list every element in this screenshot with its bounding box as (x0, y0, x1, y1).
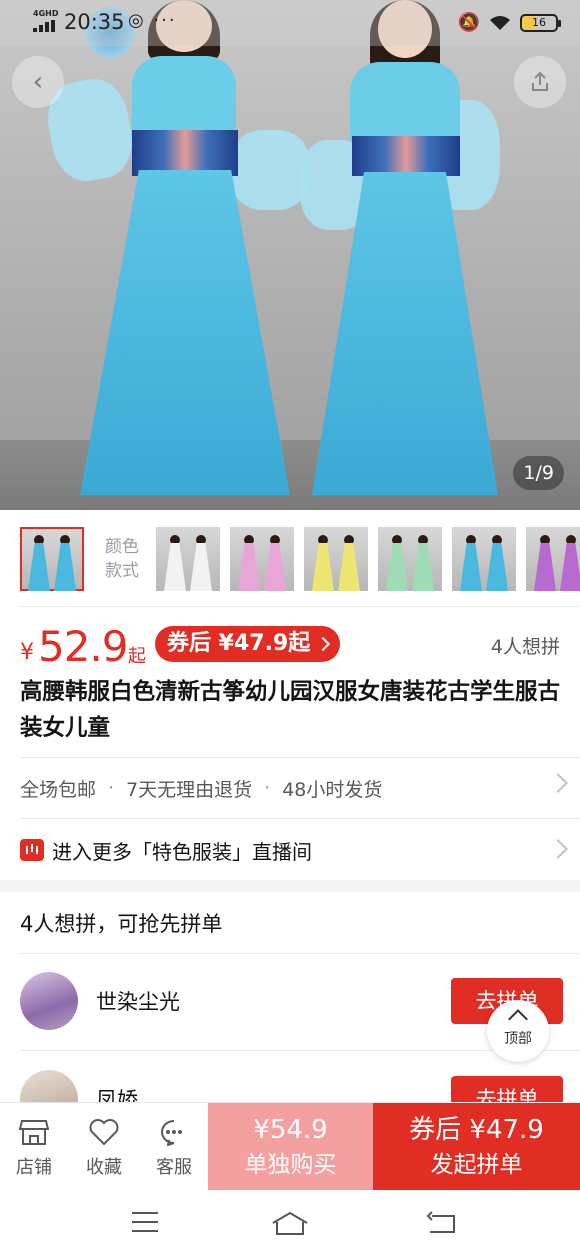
product-image[interactable]: 4GHD 20:35 ◎ ··· 🔕 16 ‹ 1/9 (0, 0, 580, 510)
favorite-tab[interactable]: 收藏 (70, 1103, 138, 1191)
start-group-button[interactable]: 券后 ¥47.9 发起拼单 (373, 1103, 580, 1191)
home-icon[interactable] (270, 1210, 310, 1236)
coupon-badge[interactable]: 券后 ¥47.9起 (155, 626, 341, 662)
back-icon[interactable] (426, 1210, 458, 1236)
store-tab[interactable]: 店铺 (0, 1103, 68, 1191)
wifi-icon (490, 15, 510, 30)
back-button[interactable]: ‹ (12, 56, 64, 108)
coupon-label: 券后 ¥47.9起 (167, 631, 311, 656)
thumb-4[interactable] (378, 527, 442, 591)
group-item: 世染尘光 去拼单 (20, 972, 565, 1032)
free-shipping: 全场包邮 (20, 778, 97, 801)
status-bar: 4GHD 20:35 ◎ ··· 🔕 16 (0, 0, 580, 46)
menu-icon[interactable] (130, 1210, 160, 1234)
heart-icon (89, 1119, 119, 1146)
live-text: 进入更多「特色服装」直播间 (52, 839, 312, 864)
clock: 20:35 (64, 10, 125, 34)
image-counter: 1/9 (513, 456, 564, 490)
want-count: 4人想拼 (490, 636, 560, 658)
group-user-name: 世染尘光 (96, 990, 180, 1014)
free-return: 7天无理由退货 (126, 778, 253, 801)
group-price: 券后 ¥47.9 (409, 1115, 544, 1145)
solo-price: ¥54.9 (253, 1115, 328, 1145)
share-icon (532, 71, 548, 91)
chevron-left-icon: ‹ (32, 67, 44, 97)
section-gap (0, 880, 580, 892)
chevron-right-icon (316, 636, 331, 652)
chevron-right-icon (548, 773, 568, 793)
separator: · (108, 777, 115, 799)
divider (20, 757, 580, 758)
chat-icon (161, 1120, 182, 1146)
system-navigation-bar (0, 1190, 580, 1257)
group-label: 发起拼单 (430, 1152, 523, 1178)
service-row[interactable]: 全场包邮 · 7天无理由退货 · 48小时发货 (20, 768, 568, 808)
model-left (40, 0, 310, 500)
price-row: ¥ 52.9 起 券后 ¥47.9起 4人想拼 (20, 622, 560, 671)
sku-thumbnails: 颜色 款式 (0, 526, 580, 592)
battery-icon: 16 (520, 13, 561, 32)
mute-icon: 🔕 (457, 12, 480, 33)
solo-label: 单独购买 (244, 1152, 337, 1178)
divider (20, 818, 580, 819)
group-buy-header: 4人想拼，可抢先拼单 (20, 912, 223, 936)
chevron-up-icon (508, 1009, 528, 1029)
chevron-right-icon (548, 839, 568, 859)
avatar (20, 972, 78, 1030)
price-suffix: 起 (128, 646, 146, 667)
product-title: 高腰韩服白色清新古筝幼儿园汉服女唐装花古学生服古装女儿童 (20, 679, 561, 741)
service-label: 客服 (156, 1157, 192, 1178)
thumb-6[interactable] (526, 527, 580, 591)
favorite-label: 收藏 (86, 1157, 122, 1178)
buy-alone-button[interactable]: ¥54.9 单独购买 (208, 1103, 373, 1191)
bottom-action-bar: 店铺 收藏 客服 ¥54.9 单独购买 券后 ¥47.9 发起拼单 (0, 1102, 580, 1191)
share-button[interactable] (514, 56, 566, 108)
store-icon (19, 1120, 49, 1145)
live-room-link[interactable]: 进入更多「特色服装」直播间 (20, 832, 568, 868)
live-icon (20, 839, 44, 861)
thumb-2[interactable] (230, 527, 294, 591)
back-to-top-button[interactable]: 顶部 (487, 1000, 549, 1062)
model-right (300, 0, 500, 500)
store-label: 店铺 (16, 1157, 52, 1178)
separator: · (264, 777, 271, 799)
thumb-3[interactable] (304, 527, 368, 591)
ship-time: 48小时发货 (282, 778, 383, 801)
signal-icon (33, 20, 55, 32)
thumb-0[interactable] (20, 527, 84, 591)
service-tab[interactable]: 客服 (140, 1103, 208, 1191)
network-type: 4GHD (33, 9, 59, 18)
divider (20, 606, 580, 607)
thumb-1[interactable] (156, 527, 220, 591)
notification-icons: ◎ ··· (128, 10, 177, 31)
divider (20, 953, 580, 954)
back-to-top-label: 顶部 (504, 1031, 532, 1047)
price-value: 52.9 (38, 622, 129, 671)
currency-symbol: ¥ (20, 640, 34, 665)
thumb-5[interactable] (452, 527, 516, 591)
color-style-label: 颜色 款式 (105, 537, 139, 581)
